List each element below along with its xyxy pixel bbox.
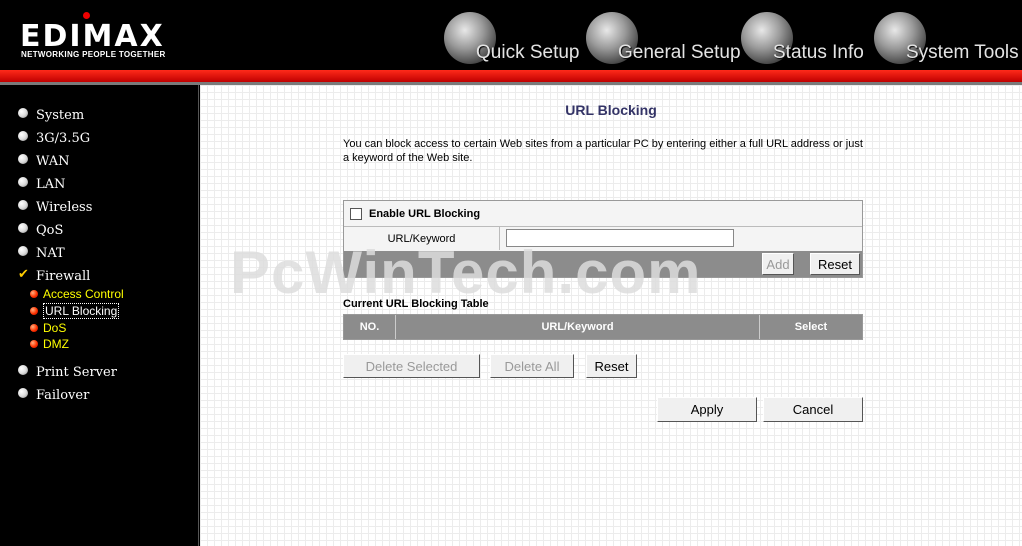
bullet-icon <box>18 200 28 210</box>
edimax-logo: EDIMAX <box>20 19 165 54</box>
sidebar-item-label: Failover <box>36 387 90 403</box>
bullet-icon <box>18 131 28 141</box>
delete-all-button[interactable]: Delete All <box>490 354 574 378</box>
sidebar-item-print-server[interactable]: Print Server <box>18 362 117 382</box>
reset-button[interactable]: Reset <box>810 253 860 275</box>
add-button[interactable]: Add <box>762 253 794 275</box>
sidebar-subitem-dmz[interactable]: DMZ <box>30 336 69 352</box>
bullet-icon <box>18 365 28 375</box>
nav-label: Quick Setup <box>476 42 580 63</box>
bullet-icon <box>18 177 28 187</box>
header: EDIMAX NETWORKING PEOPLE TOGETHER Quick … <box>0 0 1022 82</box>
sidebar-subitem-url-blocking[interactable]: URL Blocking <box>30 303 120 319</box>
sidebar-item-label: 3G/3.5G <box>36 130 91 146</box>
sidebar-item-wan[interactable]: WAN <box>18 151 69 171</box>
apply-button[interactable]: Apply <box>657 397 757 422</box>
cancel-button[interactable]: Cancel <box>763 397 863 422</box>
col-header-select: Select <box>794 321 828 333</box>
red-bullet-icon <box>30 324 38 332</box>
sidebar-item-label: LAN <box>36 176 66 192</box>
logo-dot-icon <box>83 12 90 19</box>
nav-label: General Setup <box>618 42 741 63</box>
url-keyword-input[interactable] <box>506 229 734 247</box>
sidebar-item-label: NAT <box>36 245 65 261</box>
bullet-icon <box>18 108 28 118</box>
sidebar-subitem-access-control[interactable]: Access Control <box>30 286 124 302</box>
sidebar-item-label: QoS <box>36 222 64 238</box>
delete-selected-button[interactable]: Delete Selected <box>343 354 480 378</box>
url-keyword-label: URL/Keyword <box>344 227 500 250</box>
sidebar-subitem-label: Access Control <box>43 287 124 301</box>
sidebar-item-wireless[interactable]: Wireless <box>18 197 92 217</box>
sidebar-subitem-dos[interactable]: DoS <box>30 320 66 336</box>
sidebar-item-3g[interactable]: 3G/3.5G <box>18 128 90 148</box>
form-button-row: Add Reset <box>344 251 862 277</box>
table-reset-button[interactable]: Reset <box>586 354 637 378</box>
red-bullet-icon <box>30 340 38 348</box>
sidebar-item-label: Firewall <box>36 268 91 284</box>
sidebar-item-failover[interactable]: Failover <box>18 385 89 405</box>
nav-label: System Tools <box>906 42 1019 63</box>
enable-url-blocking-checkbox[interactable] <box>350 207 362 220</box>
sidebar-item-firewall[interactable]: ✔ Firewall <box>18 266 90 286</box>
table-title: Current URL Blocking Table <box>343 298 489 310</box>
red-bullet-icon <box>30 307 38 315</box>
red-bullet-icon <box>30 290 38 298</box>
sidebar-item-lan[interactable]: LAN <box>18 174 65 194</box>
enable-row: Enable URL Blocking <box>344 201 862 227</box>
page-description: You can block access to certain Web site… <box>343 138 863 164</box>
sidebar-item-nat[interactable]: NAT <box>18 243 65 263</box>
logo-tagline: NETWORKING PEOPLE TOGETHER <box>21 50 166 59</box>
sidebar-item-label: Print Server <box>36 364 117 380</box>
page-title: URL Blocking <box>565 102 657 118</box>
sidebar-item-system[interactable]: System <box>18 105 84 125</box>
table-header: NO. URL/Keyword Select <box>343 314 863 340</box>
enable-url-blocking-label: Enable URL Blocking <box>369 207 481 220</box>
sidebar-item-label: System <box>36 107 85 123</box>
checkmark-icon: ✔ <box>18 266 29 281</box>
url-blocking-form: Enable URL Blocking URL/Keyword Add Rese… <box>343 200 863 278</box>
bullet-icon <box>18 388 28 398</box>
col-header-url-keyword: URL/Keyword <box>396 315 760 339</box>
content-area: URL Blocking You can block access to cer… <box>200 85 1022 546</box>
sidebar-subitem-label: URL Blocking <box>43 303 120 319</box>
sidebar-subitem-label: DoS <box>43 321 67 335</box>
col-header-no: NO. <box>344 315 396 339</box>
header-red-bar <box>0 70 1022 82</box>
bullet-icon <box>18 223 28 233</box>
sidebar-item-label: WAN <box>36 153 70 169</box>
sidebar-item-label: Wireless <box>36 199 93 215</box>
sidebar: System 3G/3.5G WAN LAN Wireless QoS NAT … <box>0 85 199 546</box>
bullet-icon <box>18 246 28 256</box>
bullet-icon <box>18 154 28 164</box>
sidebar-item-qos[interactable]: QoS <box>18 220 63 240</box>
nav-label: Status Info <box>773 42 864 63</box>
sidebar-subitem-label: DMZ <box>43 337 69 351</box>
